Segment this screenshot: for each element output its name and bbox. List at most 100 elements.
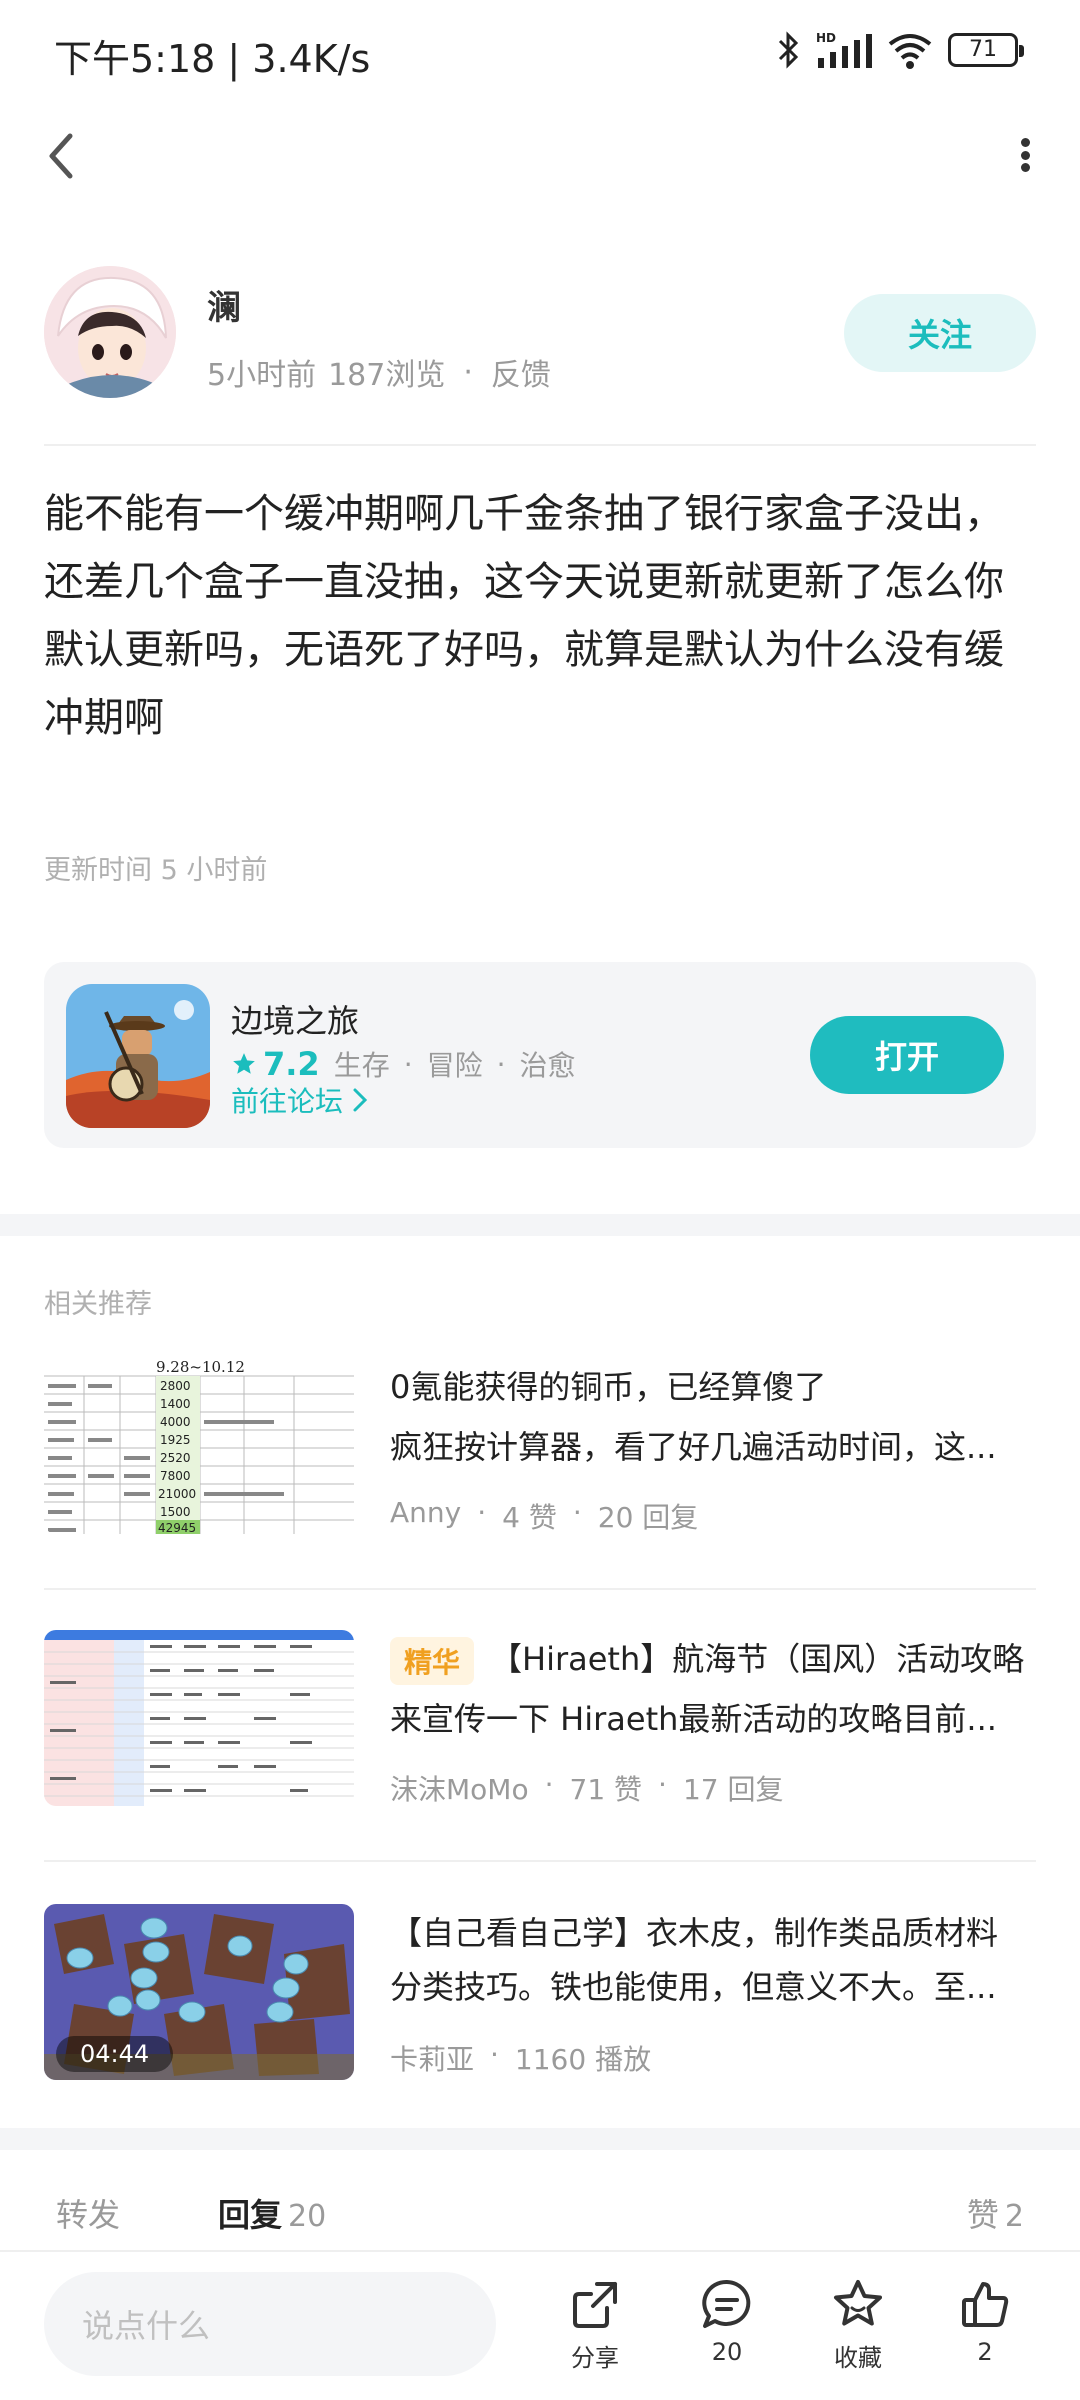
- related-author: 卡莉亚: [390, 2043, 475, 2076]
- thumb-value: 7800: [160, 1469, 191, 1483]
- game-icon: [66, 984, 210, 1128]
- open-game-button[interactable]: 打开: [810, 1016, 1004, 1094]
- tag-separator: ·: [496, 1047, 506, 1081]
- game-art-icon: [66, 984, 210, 1128]
- related-replies: 20 回复: [597, 1501, 699, 1534]
- related-subtitle: 来宣传一下 Hiraeth最新活动的攻略目前...: [390, 1700, 997, 1738]
- game-forum-link[interactable]: 前往论坛: [231, 1080, 369, 1120]
- spreadsheet-thumbnail: 9.28~10.12 2800 1400 4000 1925 2520 7800: [44, 1358, 354, 1534]
- comment-button[interactable]: 20: [672, 2276, 782, 2366]
- status-time: 下午5:18 | 3.4K/s: [54, 37, 371, 81]
- video-thumbnail: 04:44: [44, 1904, 354, 2080]
- thumb-value: 21000: [158, 1487, 196, 1501]
- tab-like[interactable]: 赞2: [967, 2190, 1024, 2236]
- related-section-title: 相关推荐: [44, 1289, 152, 1320]
- related-item[interactable]: 精华 【Hiraeth】航海节（国风）活动攻略 来宣传一下 Hiraeth最新活动…: [44, 1630, 1036, 1870]
- chevron-right-icon: [353, 1088, 368, 1112]
- comment-input[interactable]: 说点什么: [44, 2272, 496, 2376]
- meta-separator: ·: [490, 2038, 499, 2071]
- meta-separator: ·: [544, 1768, 554, 1801]
- star-outline-icon: [834, 2280, 882, 2326]
- avatar[interactable]: [44, 266, 176, 398]
- more-dots-icon: [1020, 138, 1030, 147]
- bluetooth-icon: [778, 31, 799, 69]
- divider: [44, 444, 1036, 446]
- meta-separator: ·: [658, 1768, 667, 1801]
- game-name: 边境之旅: [231, 1002, 360, 1040]
- related-author: 沫沫MoMo: [390, 1773, 529, 1806]
- related-thumbnail: 9.28~10.12 2800 1400 4000 1925 2520 7800: [44, 1358, 354, 1534]
- tab-forward[interactable]: 转发: [56, 2190, 120, 2236]
- bottom-action-bar: 说点什么 分享 20 收藏 2: [0, 2252, 1080, 2400]
- section-divider: [0, 1214, 1080, 1236]
- feedback-link[interactable]: 反馈: [491, 350, 551, 394]
- author-meta: 5小时前 187浏览 · 反馈: [207, 350, 551, 394]
- tab-reply-count: 20: [288, 2199, 327, 2234]
- spreadsheet-thumbnail: [44, 1630, 354, 1806]
- svg-text:HD: HD: [816, 31, 836, 45]
- follow-button[interactable]: 关注: [844, 294, 1036, 372]
- chevron-left-icon: [49, 133, 73, 179]
- thumb-header: 9.28~10.12: [156, 1358, 245, 1376]
- meta-separator: ·: [477, 1496, 487, 1529]
- related-author: Anny: [390, 1496, 462, 1529]
- favorite-label: 收藏: [834, 2344, 882, 2372]
- game-score-value: 7.2: [263, 1045, 320, 1083]
- view-count: 187浏览: [328, 358, 446, 393]
- tab-like-label: 赞: [966, 2196, 999, 2234]
- signal-icon: HD: [816, 31, 872, 68]
- meta-separator: ·: [572, 1496, 582, 1529]
- thumb-value: 1925: [160, 1433, 191, 1447]
- thumb-value: 2800: [160, 1379, 191, 1393]
- related-title: 0氪能获得的铜币，已经算傻了: [390, 1368, 827, 1406]
- share-button[interactable]: 分享: [540, 2276, 650, 2373]
- related-title: 精华 【Hiraeth】航海节（国风）活动攻略: [390, 1634, 1036, 1685]
- related-thumbnail: [44, 1630, 354, 1806]
- status-bar: 下午5:18 | 3.4K/s HD 71: [0, 0, 1080, 100]
- related-likes: 71 赞: [569, 1773, 643, 1806]
- tab-reply-label: 回复: [218, 2196, 283, 2234]
- favorite-button[interactable]: 收藏: [803, 2276, 913, 2373]
- thumb-value: 2520: [160, 1451, 191, 1465]
- related-subtitle: 疯狂按计算器，看了好几遍活动时间，这...: [390, 1428, 997, 1466]
- star-icon: [233, 1053, 255, 1074]
- related-likes: 4 赞: [502, 1501, 557, 1534]
- more-dot: [1020, 163, 1030, 172]
- comment-count: 20: [711, 2338, 743, 2366]
- related-subtitle: 分类技巧。铁也能使用，但意义不大。至...: [390, 1968, 997, 2006]
- post-body: 能不能有一个缓冲期啊几千金条抽了银行家盒子没出，还差几个盒子一直没抽，这今天说更…: [44, 491, 1004, 741]
- share-icon: [573, 2282, 617, 2328]
- more-menu-button[interactable]: [1010, 130, 1040, 180]
- related-title: 【自己看自己学】衣木皮，制作类品质材料: [390, 1914, 999, 1952]
- game-tag: 冒险: [426, 1049, 483, 1082]
- related-title-text: 【Hiraeth】航海节（国风）活动攻略: [490, 1640, 1025, 1678]
- related-item[interactable]: 9.28~10.12 2800 1400 4000 1925 2520 7800: [44, 1358, 1036, 1598]
- meta-separator: ·: [463, 354, 473, 390]
- divider: [44, 1860, 1036, 1862]
- thumb-value: 1500: [160, 1505, 191, 1519]
- tab-reply[interactable]: 回复 20: [218, 2190, 326, 2236]
- author-name[interactable]: 澜: [207, 280, 241, 329]
- related-plays: 1160 播放: [514, 2043, 652, 2076]
- wifi-icon: [888, 34, 932, 69]
- related-item[interactable]: 04:44 【自己看自己学】衣木皮，制作类品质材料 分类技巧。铁也能使用，但意义…: [44, 1904, 1036, 2144]
- tag-separator: ·: [403, 1047, 413, 1081]
- more-dot: [1020, 150, 1030, 160]
- game-score: 7.2: [231, 1045, 320, 1083]
- game-rating: 7.2 生存 · 冒险 · 治愈: [231, 1044, 576, 1084]
- game-card[interactable]: 边境之旅 7.2 生存 · 冒险 · 治愈 前往论坛 打开: [44, 962, 1036, 1148]
- game-tag: 生存: [333, 1049, 390, 1082]
- thumbs-up-icon: [962, 2282, 1009, 2327]
- related-meta: 卡莉亚 · 1160 播放: [390, 2038, 651, 2078]
- section-divider: [0, 2128, 1080, 2150]
- thumb-value: 42945: [158, 1521, 196, 1534]
- game-tag: 治愈: [519, 1049, 576, 1082]
- featured-badge: 精华: [390, 1637, 475, 1685]
- tab-like-count: 2: [1004, 2199, 1024, 2234]
- battery-icon: 71: [948, 33, 1024, 67]
- post-time: 5小时前: [207, 358, 317, 393]
- like-button[interactable]: 2: [930, 2276, 1040, 2366]
- video-duration: 04:44: [56, 2036, 174, 2072]
- back-button[interactable]: [40, 126, 84, 186]
- related-meta: 沫沫MoMo · 71 赞 · 17 回复: [390, 1768, 783, 1808]
